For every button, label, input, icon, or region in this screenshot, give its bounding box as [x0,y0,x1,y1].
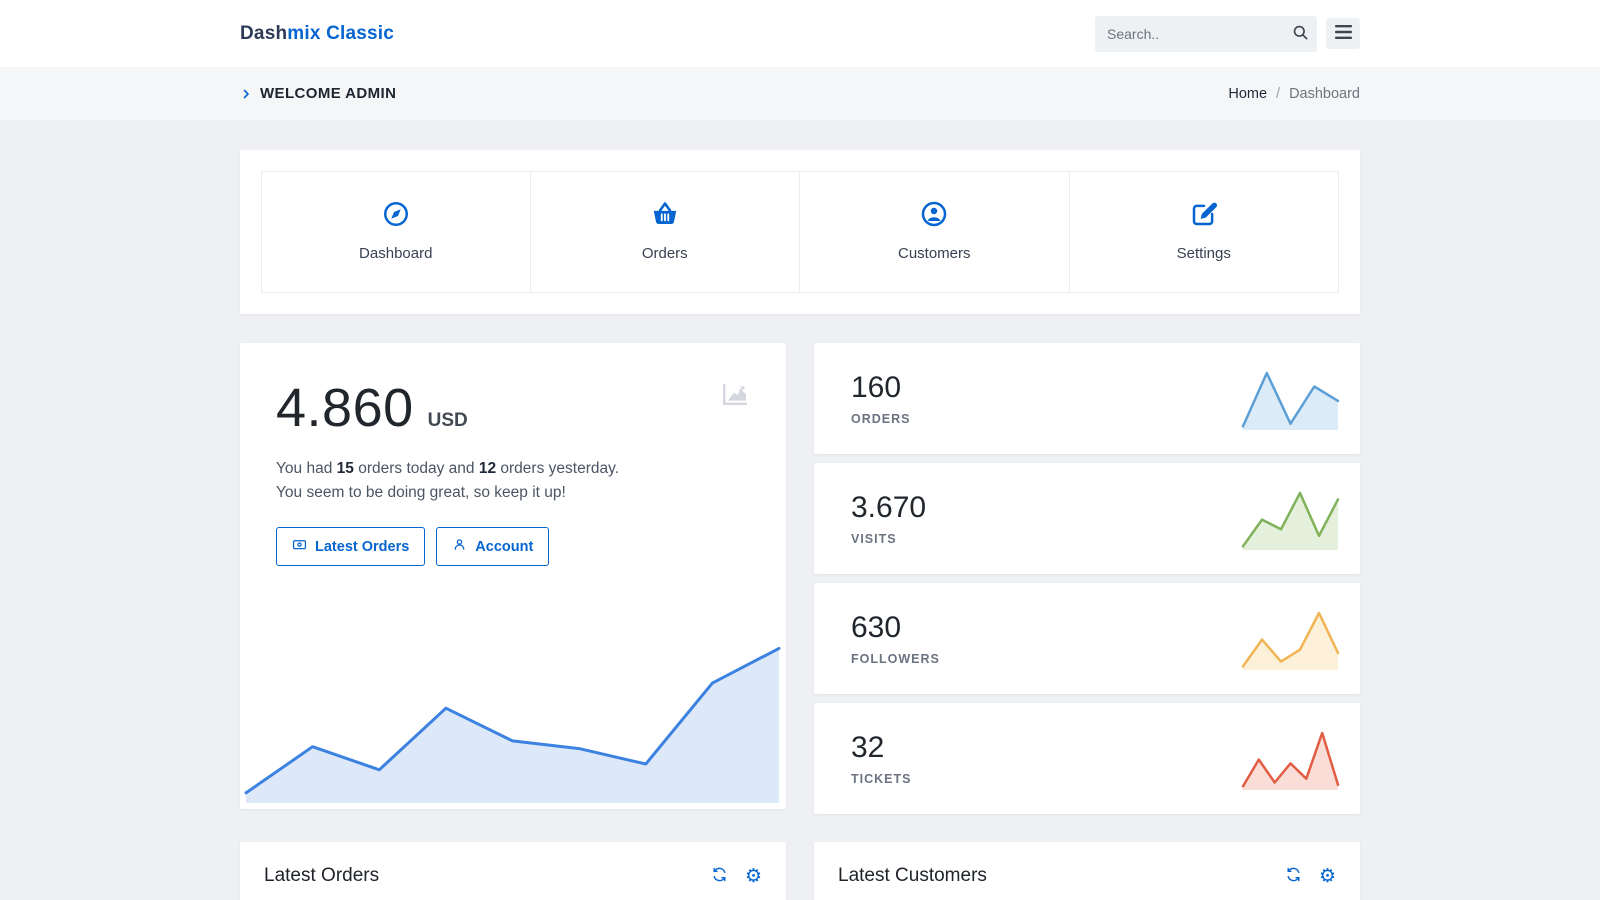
tile-label: Orders [531,245,800,262]
tile-customers[interactable]: Customers [800,171,1070,293]
search-input[interactable] [1095,26,1283,42]
compass-icon [381,199,411,229]
latest-orders-panel: Latest Orders ⚙ [240,842,786,900]
tile-label: Dashboard [262,245,530,262]
gear-icon: ⚙ [745,867,762,886]
top-bar: Dashmix Classic [0,0,1600,67]
tile-label: Settings [1070,245,1339,262]
tickets-sparkline [1243,728,1338,790]
stat-card-orders: 160 ORDERS [814,343,1360,454]
page-header: WELCOME ADMIN Home / Dashboard [0,67,1600,120]
search-icon [1292,24,1309,44]
tile-label: Customers [800,245,1069,262]
stat-label: FOLLOWERS [851,652,940,666]
settings-button[interactable]: ⚙ [1319,867,1336,886]
stat-value: 160 [851,371,910,405]
page-title: WELCOME ADMIN [260,85,396,102]
stat-card-visits: 3.670 VISITS [814,463,1360,574]
account-button[interactable]: Account [436,527,549,566]
visits-sparkline [1243,488,1338,550]
tile-settings[interactable]: Settings [1070,171,1340,293]
stat-value: 3.670 [851,491,926,525]
brand-bold: Dash [240,23,287,44]
stat-card-followers: 630 FOLLOWERS [814,583,1360,694]
shopping-basket-icon [650,199,680,229]
edit-icon [1189,199,1219,229]
latest-orders-button[interactable]: Latest Orders [276,527,425,566]
stat-card-tickets: 32 TICKETS [814,703,1360,814]
wallet-icon [292,537,307,556]
earnings-message: You had 15 orders today and 12 orders ye… [276,457,642,505]
earnings-currency: USD [428,410,468,432]
orders-sparkline [1243,368,1338,430]
earnings-amount: 4.860 [276,377,414,439]
earnings-amount-row: 4.860 USD [276,377,750,439]
hamburger-icon [1335,25,1352,42]
search-button[interactable] [1283,16,1317,52]
refresh-icon [711,866,728,886]
settings-button[interactable]: ⚙ [745,867,762,886]
breadcrumb: Home / Dashboard [1228,86,1360,102]
user-circle-icon [919,199,949,229]
stat-value: 630 [851,611,940,645]
quick-nav-card: Dashboard Orders Customers Settings [240,150,1360,314]
tile-dashboard[interactable]: Dashboard [261,171,531,293]
orders-today-count: 15 [337,460,354,477]
refresh-button[interactable] [1285,866,1302,886]
brand-logo[interactable]: Dashmix Classic [240,23,394,45]
stat-label: TICKETS [851,772,911,786]
brand-rest: mix Classic [287,23,394,44]
refresh-icon [1285,866,1302,886]
panel-title: Latest Orders [264,865,379,887]
breadcrumb-home-link[interactable]: Home [1228,86,1267,102]
breadcrumb-current: Dashboard [1289,86,1360,102]
panel-title: Latest Customers [838,865,987,887]
gear-icon: ⚙ [1319,867,1336,886]
stat-label: VISITS [851,532,926,546]
refresh-button[interactable] [711,866,728,886]
tile-orders[interactable]: Orders [531,171,801,293]
latest-customers-panel: Latest Customers ⚙ [814,842,1360,900]
search-box [1095,16,1317,52]
chevron-right-icon [240,88,252,100]
chart-area-icon [720,379,750,414]
stat-value: 32 [851,731,911,765]
earnings-chart [246,635,780,803]
user-icon [452,537,467,556]
earnings-card: 4.860 USD You had 15 orders today and 12… [240,343,786,809]
page-title-wrap: WELCOME ADMIN [240,85,396,102]
orders-yesterday-count: 12 [479,460,496,477]
menu-button[interactable] [1326,18,1360,49]
followers-sparkline [1243,608,1338,670]
stat-label: ORDERS [851,412,910,426]
breadcrumb-separator: / [1276,86,1280,102]
